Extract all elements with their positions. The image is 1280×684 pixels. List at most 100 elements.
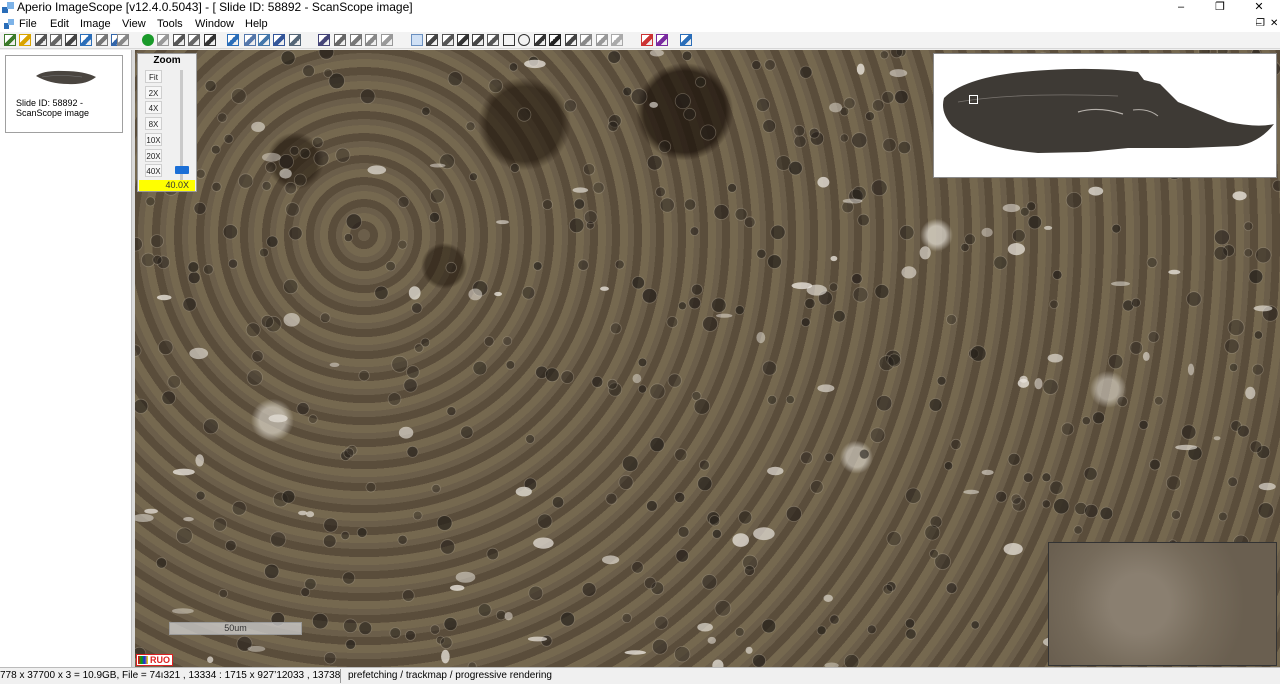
sinusoid-space [135,514,154,522]
sinusoid-space [172,468,195,476]
menu-file[interactable]: File [19,17,37,31]
pen-icon[interactable] [334,34,346,46]
cell-nucleus [135,237,143,252]
cell-nucleus [345,213,362,230]
cell-nucleus [1227,319,1245,336]
cell-nucleus [1042,378,1059,395]
copy-icon[interactable] [596,34,608,46]
slides-panel: Slide ID: 58892 - ScanScope image [0,50,132,667]
cell-nucleus [1257,502,1274,519]
back-icon[interactable] [157,34,169,46]
overview-toggle-icon[interactable] [244,34,256,46]
fill-icon[interactable] [365,34,377,46]
erase-icon[interactable] [381,34,393,46]
cell-nucleus [187,261,200,273]
menu-edit[interactable]: Edit [50,17,69,31]
annotate-icon[interactable] [318,34,330,46]
cell-nucleus [734,305,745,316]
cell-nucleus [1041,472,1052,483]
color-icon[interactable] [641,34,653,46]
cell-nucleus [403,378,418,393]
maximize-button[interactable]: ❐ [1203,0,1237,16]
pointer-icon[interactable] [457,34,469,46]
help-icon[interactable] [680,34,692,46]
zoom-slider-track[interactable] [180,70,183,180]
cell-nucleus [839,133,849,143]
cell-nucleus [1243,248,1253,258]
export-icon[interactable] [80,34,92,46]
arrow-icon[interactable] [534,34,546,46]
cell-nucleus [756,248,767,259]
menu-view[interactable]: View [122,17,146,31]
minimize-button[interactable]: – [1164,0,1198,16]
rectangle-icon[interactable] [503,34,515,46]
zoom-20x-button[interactable]: 20X [145,149,162,162]
close-button[interactable]: ✕ [1242,0,1276,16]
camera-icon[interactable] [50,34,62,46]
cell-nucleus [894,89,909,105]
cell-nucleus [284,181,297,195]
pan-icon[interactable] [411,34,423,46]
cell-nucleus [1111,223,1122,234]
cell-nucleus [560,370,575,384]
open-icon[interactable] [4,34,16,46]
zoom-fit-button[interactable]: Fit [145,70,162,83]
print-icon[interactable] [35,34,47,46]
zoom-8x-button[interactable]: 8X [145,117,162,130]
zoom-10x-button[interactable]: 10X [145,133,162,146]
sinusoid-space [429,163,446,168]
zoom-40x-button[interactable]: 40X [145,164,162,177]
grid-hash-icon[interactable] [549,34,561,46]
go-icon[interactable] [142,34,154,46]
cell-nucleus [195,168,206,179]
frame-icon[interactable] [227,34,239,46]
zoom-icon[interactable] [273,34,285,46]
document-icon[interactable] [3,18,15,30]
link-icon[interactable] [580,34,592,46]
sinusoid-space [806,284,827,296]
zoom-slider-thumb[interactable] [175,166,189,174]
overview-viewport-indicator[interactable] [969,95,978,104]
ruler-icon[interactable] [487,34,499,46]
cell-nucleus [674,491,686,503]
fit-icon[interactable] [289,34,301,46]
menu-window[interactable]: Window [195,17,234,31]
cell-nucleus [630,88,648,105]
table-icon[interactable] [565,34,577,46]
ellipse-icon[interactable] [518,34,530,46]
info-icon[interactable] [117,34,129,46]
menu-tools[interactable]: Tools [157,17,183,31]
region-icon[interactable] [426,34,438,46]
mdi-close-button[interactable]: ✕ [1270,18,1278,30]
brush-icon[interactable] [350,34,362,46]
slide-thumbnail-card[interactable]: Slide ID: 58892 - ScanScope image [5,55,123,133]
levels-icon[interactable] [656,34,668,46]
cell-nucleus [187,271,201,285]
cell-nucleus [641,288,658,304]
cell-nucleus [799,65,813,79]
snapshot-icon[interactable] [442,34,454,46]
magnifier-toggle-icon[interactable] [258,34,270,46]
sinusoid-space [1245,386,1256,400]
folder-icon[interactable] [19,34,31,46]
mdi-restore-button[interactable]: ❐ [1256,18,1265,30]
overview-panel[interactable] [933,53,1277,178]
layers-icon[interactable] [173,34,185,46]
cell-nucleus [674,448,688,462]
sinusoid-space [697,622,713,632]
save-icon[interactable] [65,34,77,46]
zoom-2x-button[interactable]: 2X [145,86,162,99]
menu-image[interactable]: Image [80,17,111,31]
select-icon[interactable] [204,34,216,46]
menu-help[interactable]: Help [245,17,268,31]
zoom-4x-button[interactable]: 4X [145,101,162,114]
grid-icon[interactable] [96,34,108,46]
cell-nucleus [505,360,516,370]
compare-icon[interactable] [188,34,200,46]
measure-icon[interactable] [472,34,484,46]
cell-nucleus [203,418,219,435]
cell-nucleus [460,425,474,439]
paste-icon[interactable] [611,34,623,46]
cell-nucleus [652,638,668,655]
cell-nucleus [322,534,337,548]
